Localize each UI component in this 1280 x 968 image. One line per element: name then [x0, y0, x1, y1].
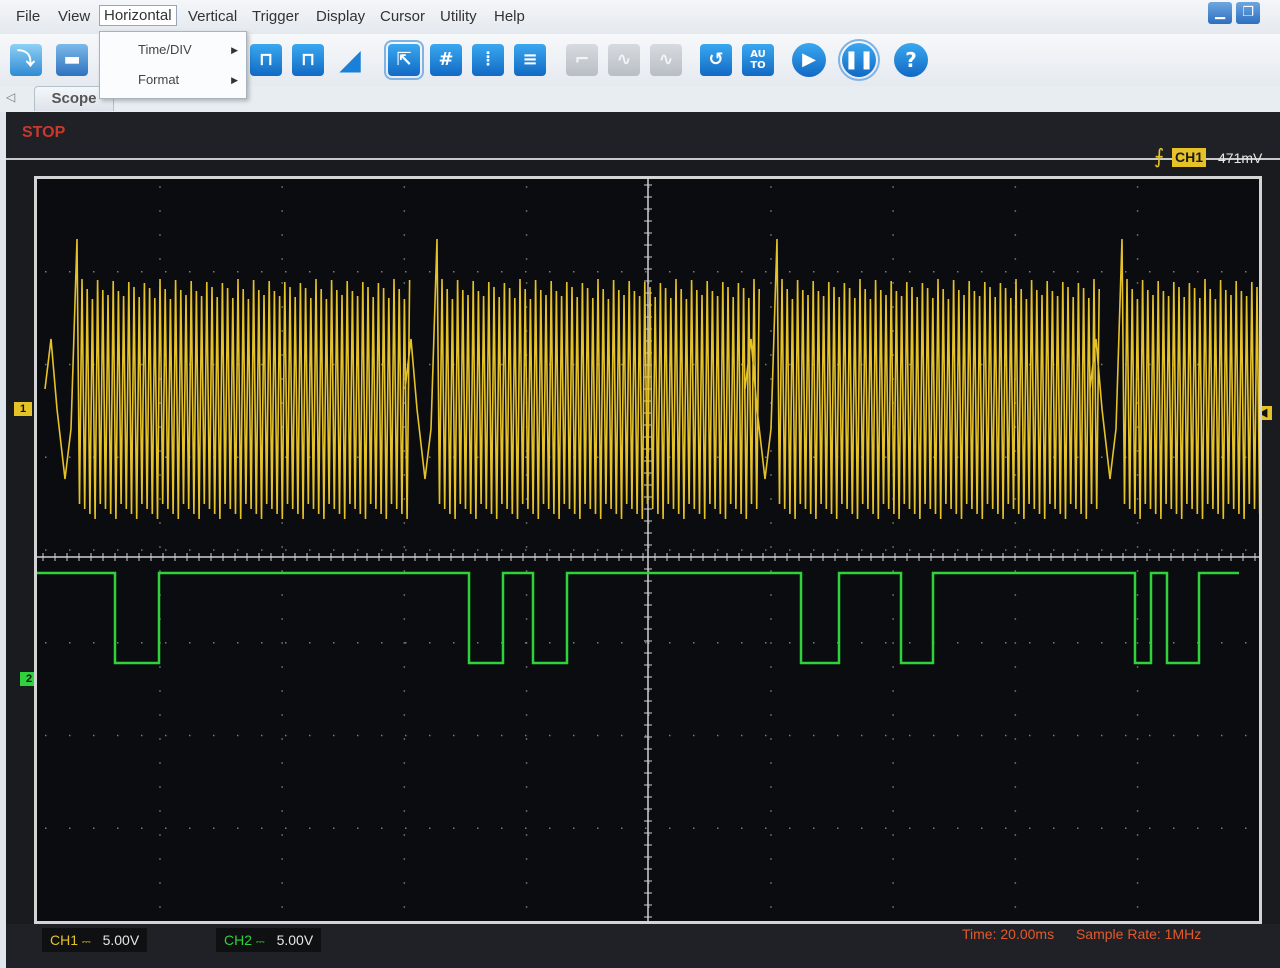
menu-horizontal[interactable]: Horizontal [99, 5, 177, 26]
waveform-display[interactable] [34, 176, 1262, 924]
menu-utility[interactable]: Utility [440, 8, 477, 25]
sample-rate: Sample Rate: 1MHz [1075, 926, 1202, 942]
dc-coupling-icon: ⎓ [81, 936, 91, 948]
auto-icon[interactable]: AU TO [742, 44, 774, 76]
step-icon[interactable]: ⌐ [566, 44, 598, 76]
ch1-scale-box[interactable]: CH1 ⎓ 5.00V [42, 928, 148, 952]
scope-panel: STOP ⨍ CH1 471mV 1 ◀ 2 CH1 ⎓ 5.00V CH2 ⎓… [6, 112, 1280, 968]
rising-edge-icon: ⨍ [1154, 144, 1165, 168]
restore-icon[interactable]: ❐ [1236, 2, 1260, 24]
ch2-scale: 5.00V [276, 932, 314, 948]
submenu-arrow-icon: ▶ [231, 75, 238, 85]
pulse-icon[interactable]: ⊓ [250, 44, 282, 76]
ch2-trace [37, 571, 1239, 665]
menu-trigger[interactable]: Trigger [252, 8, 299, 25]
menu-file[interactable]: File [16, 8, 40, 25]
ch1-name: CH1 [50, 932, 79, 948]
menu-cursor[interactable]: Cursor [380, 8, 425, 25]
acquisition-info: Time: 20.00ms Sample Rate: 1MHz [962, 926, 1201, 942]
menu-display[interactable]: Display [316, 8, 365, 25]
menu-help[interactable]: Help [494, 8, 525, 25]
ramp-icon[interactable]: ◢ [334, 44, 366, 76]
ch2-name: CH2 [224, 932, 253, 948]
minimize-icon[interactable]: ▁ [1208, 2, 1232, 24]
menu-bar: File View Horizontal Vertical Trigger Di… [0, 0, 1280, 35]
refresh-icon[interactable]: ↺ [700, 44, 732, 76]
menu-vertical[interactable]: Vertical [188, 8, 237, 25]
disk-icon[interactable]: ▬ [56, 44, 88, 76]
auto-label-bottom: TO [750, 60, 766, 71]
play-icon[interactable]: ▶ [792, 43, 826, 77]
waveform-canvas [37, 179, 1259, 921]
submenu-arrow-icon: ▶ [231, 45, 238, 55]
pointer-icon[interactable]: ⇱ [384, 40, 424, 80]
grid-icon[interactable]: # [430, 44, 462, 76]
axis-ticks [42, 184, 1256, 918]
pulse-alt-icon[interactable]: ⊓ [292, 44, 324, 76]
folder-icon[interactable]: ⤵ [10, 44, 42, 76]
sine-icon[interactable]: ∿ [650, 44, 682, 76]
auto-label-top: AU [750, 49, 766, 60]
time-per-div: Time: 20.00ms [962, 926, 1055, 942]
vertical-cursor-icon[interactable]: ⦙ [472, 44, 504, 76]
scroll-left-icon[interactable]: ◁ [6, 90, 15, 104]
horizontal-dropdown: Time/DIV ▶ Format ▶ [99, 31, 247, 99]
ch1-level-marker[interactable]: 1 [14, 402, 32, 416]
wave-icon[interactable]: ∿ [608, 44, 640, 76]
menu-view[interactable]: View [58, 8, 90, 25]
dc-coupling-icon: ⎓ [255, 936, 265, 948]
horizontal-cursor-icon[interactable]: ≡ [514, 44, 546, 76]
ch1-scale: 5.00V [102, 932, 140, 948]
bottom-info-bar: CH1 ⎓ 5.00V CH2 ⎓ 5.00V Time: 20.00ms Sa… [6, 924, 1280, 968]
dropdown-format[interactable]: Format [138, 72, 179, 87]
pause-icon[interactable]: ❚❚ [838, 39, 880, 81]
help-icon[interactable]: ? [894, 43, 928, 77]
ch2-scale-box[interactable]: CH2 ⎓ 5.00V [216, 928, 322, 952]
run-state-label: STOP [22, 124, 66, 141]
status-bar: STOP ⨍ CH1 471mV [6, 112, 1280, 168]
trigger-level[interactable]: 471mV [1218, 150, 1262, 166]
trigger-channel[interactable]: CH1 [1172, 148, 1207, 167]
dropdown-time-div[interactable]: Time/DIV [138, 42, 192, 57]
